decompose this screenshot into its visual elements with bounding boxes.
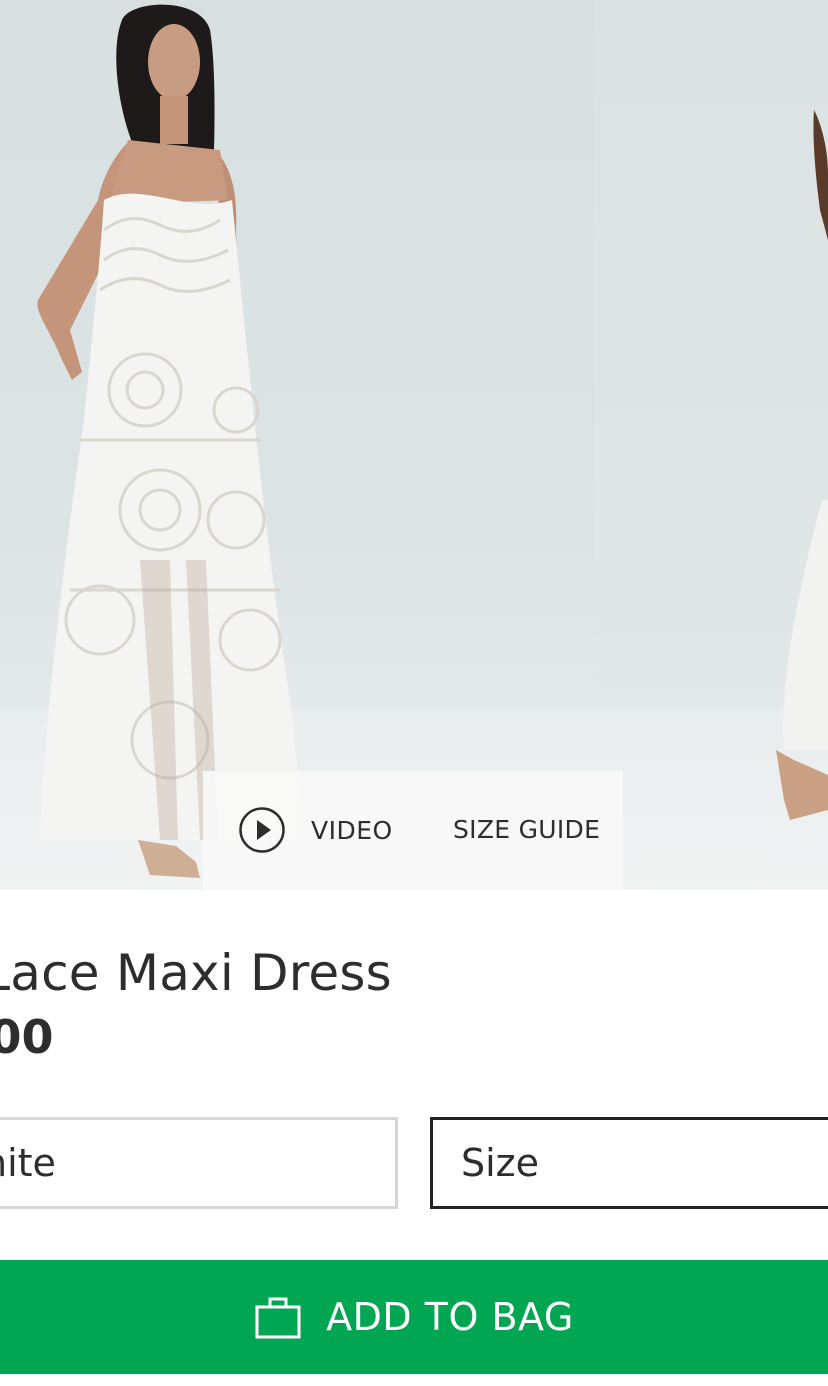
product-price: 0.00 — [0, 1010, 54, 1064]
product-page: VIDEO SIZE GUIDE ek Lace Maxi Dress 0.00… — [0, 0, 828, 1386]
product-title: ek Lace Maxi Dress — [0, 944, 392, 1002]
colour-select-value: hite — [0, 1141, 56, 1185]
add-to-bag-label: ADD TO BAG — [326, 1295, 574, 1339]
video-label: VIDEO — [311, 815, 393, 845]
product-image-secondary[interactable] — [594, 0, 828, 890]
add-to-bag-button[interactable]: ADD TO BAG — [0, 1260, 828, 1374]
play-circle-icon — [239, 807, 285, 853]
size-select[interactable]: Size — [430, 1117, 828, 1209]
product-image-gallery[interactable]: VIDEO SIZE GUIDE — [0, 0, 828, 890]
shopping-bag-icon — [254, 1294, 302, 1340]
product-image-main[interactable] — [0, 0, 594, 890]
gallery-actions-bar: VIDEO SIZE GUIDE — [203, 771, 623, 890]
size-select-value: Size — [461, 1141, 540, 1185]
video-button[interactable]: VIDEO — [239, 807, 393, 853]
size-guide-link[interactable]: SIZE GUIDE — [453, 815, 600, 844]
colour-select[interactable]: hite — [0, 1117, 398, 1209]
